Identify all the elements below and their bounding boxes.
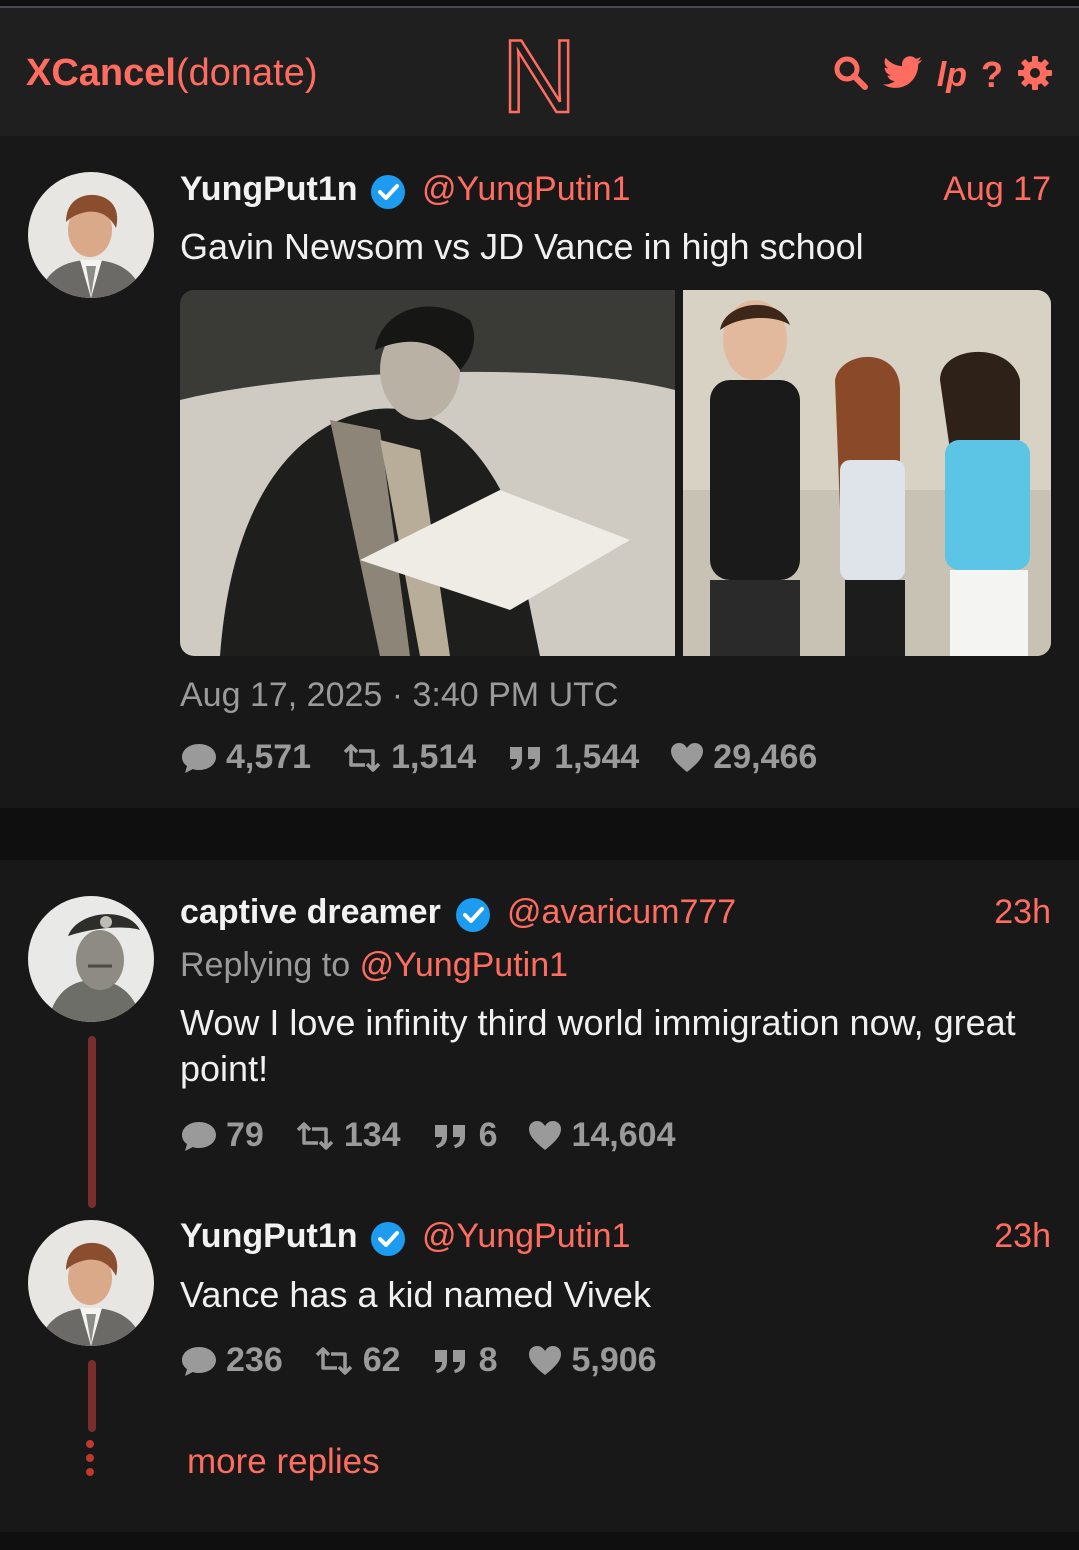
donate-link[interactable]: (donate) <box>176 52 318 94</box>
like-count-value: 14,604 <box>571 1116 676 1154</box>
heart-icon <box>529 1120 562 1150</box>
quote-icon <box>434 1124 465 1148</box>
nitter-logo[interactable]: N <box>504 30 574 118</box>
tweet-date[interactable]: 23h <box>994 1217 1051 1256</box>
brand: XCancel(donate) <box>26 52 318 95</box>
heart-icon <box>529 1345 562 1375</box>
avatar[interactable] <box>28 896 154 1022</box>
retweet-count-value: 1,514 <box>391 738 477 776</box>
lp-icon[interactable]: lp <box>937 56 967 95</box>
like-count[interactable]: 29,466 <box>669 738 817 777</box>
like-count[interactable]: 5,906 <box>527 1341 657 1380</box>
retweet-count-value: 62 <box>362 1341 401 1379</box>
display-name[interactable]: YungPut1n <box>180 1217 358 1256</box>
settings-gear-icon[interactable] <box>1017 55 1053 96</box>
comment-icon <box>182 1346 216 1376</box>
search-icon[interactable] <box>833 55 869 96</box>
retweet-count-value: 134 <box>343 1116 401 1154</box>
like-count-value: 29,466 <box>713 738 818 776</box>
display-name[interactable]: YungPut1n <box>180 170 358 209</box>
like-count[interactable]: 14,604 <box>527 1116 675 1155</box>
reply-count[interactable]: 4,571 <box>180 738 311 777</box>
retweet-icon <box>343 743 381 772</box>
thread-dots-icon <box>86 1440 96 1482</box>
quote-count[interactable]: 8 <box>431 1341 498 1380</box>
comment-icon <box>182 743 216 773</box>
navbar: XCancel(donate) N lp ? <box>0 8 1079 136</box>
tweet-timestamp[interactable]: Aug 17, 2025 · 3:40 PM UTC <box>180 672 618 718</box>
reply-count-value: 79 <box>226 1116 264 1154</box>
quote-icon <box>510 746 541 770</box>
media-images <box>180 290 1051 656</box>
heart-icon <box>671 742 704 772</box>
brand-link[interactable]: XCancel <box>26 52 176 94</box>
comment-icon <box>182 1121 216 1151</box>
bottom-bar <box>0 1532 1079 1550</box>
verified-badge-icon <box>371 175 405 209</box>
logo-letter: N <box>504 30 574 118</box>
replying-to-handle[interactable]: @YungPutin1 <box>360 946 568 984</box>
quote-count-value: 6 <box>478 1116 498 1154</box>
reply-count-value: 236 <box>226 1341 283 1379</box>
tweet-date[interactable]: 23h <box>994 893 1051 932</box>
twitter-bird-icon[interactable] <box>882 55 923 95</box>
thread-line <box>88 1036 96 1208</box>
quote-count[interactable]: 1,544 <box>506 738 639 777</box>
tweet-media[interactable] <box>180 290 1051 656</box>
tweet-stats: 4,571 1,514 1,544 29,466 <box>180 738 847 777</box>
quote-count-value: 8 <box>478 1341 498 1379</box>
retweet-icon <box>315 1346 352 1375</box>
handle[interactable]: @YungPutin1 <box>422 170 630 209</box>
retweet-icon <box>296 1121 334 1150</box>
quote-count-value: 1,544 <box>554 738 640 776</box>
nav-icons: lp ? <box>833 54 1053 96</box>
tweet-text: Vance has a kid named Vivek <box>180 1274 651 1315</box>
retweet-count[interactable]: 62 <box>313 1341 401 1380</box>
tweet-text: Gavin Newsom vs JD Vance in high school <box>180 226 864 267</box>
verified-badge-icon <box>456 898 490 932</box>
verified-badge-icon <box>371 1222 405 1256</box>
thread-line <box>88 1360 96 1432</box>
handle[interactable]: @YungPutin1 <box>422 1217 630 1256</box>
tweet-stats: 236 62 8 5,906 <box>180 1341 687 1380</box>
quote-count[interactable]: 6 <box>431 1116 498 1155</box>
tweet-text: Wow I love infinity third world immigrat… <box>180 1002 1016 1089</box>
tweet-stats: 79 134 6 14,604 <box>180 1116 705 1155</box>
reply-count-value: 4,571 <box>226 738 312 776</box>
quote-icon <box>434 1349 465 1373</box>
like-count-value: 5,906 <box>571 1341 657 1379</box>
top-border <box>0 0 1079 8</box>
reply-count[interactable]: 236 <box>180 1341 283 1380</box>
replying-to-label: Replying to <box>180 946 351 984</box>
display-name[interactable]: captive dreamer <box>180 893 441 932</box>
avatar[interactable] <box>28 1220 154 1346</box>
help-icon[interactable]: ? <box>981 54 1003 96</box>
tweet-date[interactable]: Aug 17 <box>943 170 1051 209</box>
section-gap <box>0 808 1079 860</box>
handle[interactable]: @avaricum777 <box>507 893 736 932</box>
retweet-count[interactable]: 134 <box>294 1116 401 1155</box>
avatar[interactable] <box>28 172 154 298</box>
reply-count[interactable]: 79 <box>180 1116 264 1155</box>
retweet-count[interactable]: 1,514 <box>341 738 476 777</box>
more-replies-link[interactable]: more replies <box>187 1442 380 1482</box>
replying-to: Replying to @YungPutin1 <box>180 946 568 985</box>
